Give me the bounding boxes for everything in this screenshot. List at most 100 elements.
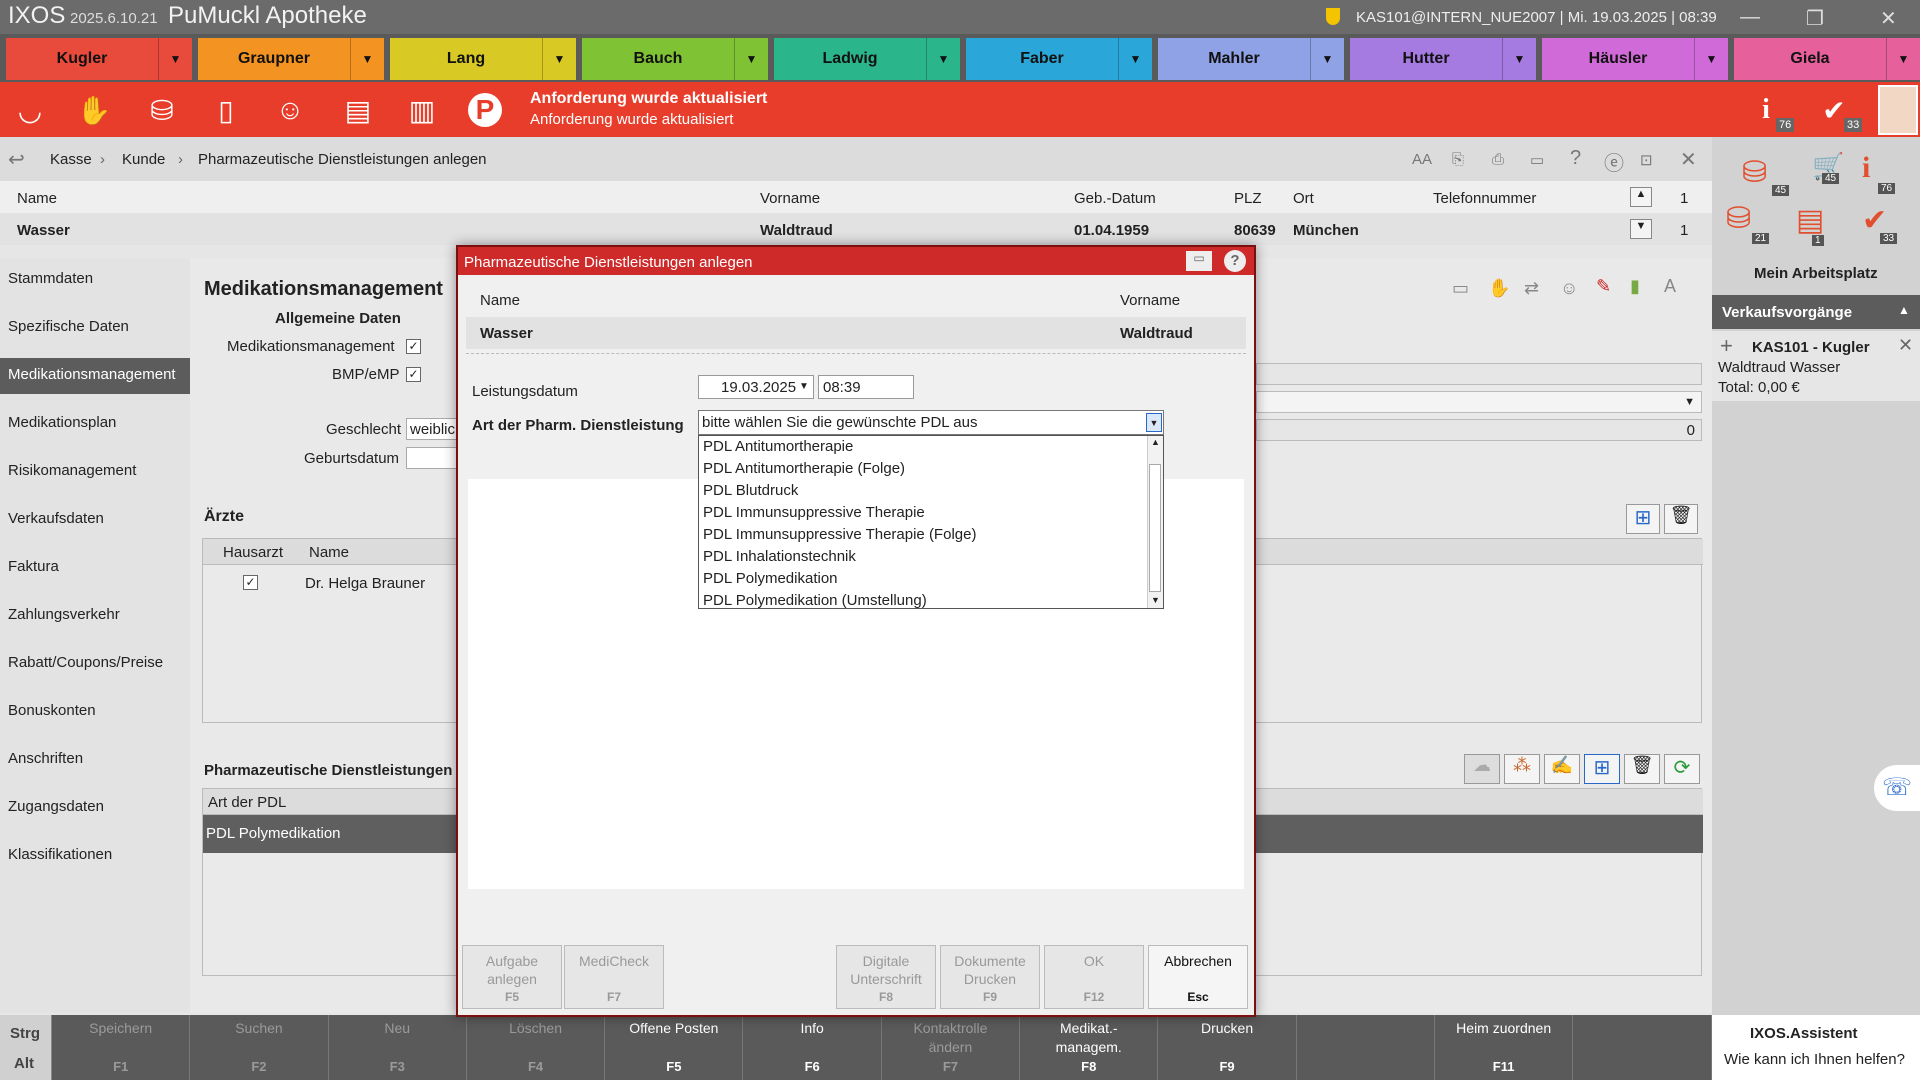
basket-icon[interactable]: ⛁ [142, 90, 182, 130]
pdl-delete-button[interactable]: 🗑 [1624, 754, 1660, 784]
select-dropdown-icon[interactable]: ▼ [1146, 413, 1162, 432]
pdl-option[interactable]: PDL Immunsuppressive Therapie [703, 504, 925, 521]
scroll-up-button[interactable]: ▲ [1630, 187, 1652, 207]
sales-header[interactable]: Verkaufsvorgänge ▲ [1712, 295, 1920, 329]
pdl-add-button[interactable]: ⊞ [1584, 754, 1620, 784]
add-doctor-button[interactable]: ⊞ [1626, 504, 1660, 534]
function-key[interactable]: Offene Posten F5 [605, 1015, 744, 1080]
assistant-chat-icon[interactable]: ☏ [1874, 765, 1920, 811]
pdl-share-button[interactable]: ⁂ [1504, 754, 1540, 784]
tab-dropdown-icon[interactable]: ▼ [926, 38, 960, 80]
sidebar-item[interactable]: Risikomanagement [8, 462, 136, 479]
pdl-options-list[interactable]: ▲ ▼ PDL Antitumortherapie PDL Antitumorth… [698, 435, 1164, 609]
sidebar-item[interactable]: Medikationsplan [8, 414, 116, 431]
pdl-option[interactable]: PDL Blutdruck [703, 482, 798, 499]
book-icon[interactable]: ▮ [1630, 276, 1640, 297]
back-arrow-icon[interactable]: ↩ [8, 147, 25, 172]
medmgmt-checkbox[interactable]: ✓ [406, 339, 421, 354]
delete-doctor-button[interactable]: 🗑 [1664, 504, 1698, 534]
medicine-bottle-icon[interactable]: ▯ [206, 90, 246, 130]
breadcrumb-item[interactable]: Kasse [50, 151, 92, 168]
list-scrollbar[interactable]: ▲ ▼ [1147, 436, 1163, 608]
tab-dropdown-icon[interactable]: ▼ [350, 38, 384, 80]
function-key[interactable]: Suchen F2 [190, 1015, 329, 1080]
hausarzt-checkbox[interactable]: ✓ [243, 575, 258, 590]
tab-dropdown-icon[interactable]: ▼ [542, 38, 576, 80]
scroll-down-button[interactable]: ▼ [1630, 219, 1652, 239]
date-picker[interactable]: 19.03.2025 ▼ [698, 375, 814, 399]
handshake-icon[interactable]: ✋ [1488, 278, 1510, 299]
close-page-icon[interactable]: ✕ [1680, 147, 1697, 172]
sidebar-item[interactable]: Anschriften [8, 750, 83, 767]
value-field[interactable]: 0 [1256, 419, 1702, 441]
tab-dropdown-icon[interactable]: ▼ [1886, 38, 1920, 80]
help-icon[interactable]: ? [1570, 147, 1581, 170]
text-style-icon[interactable]: A [1664, 276, 1676, 297]
function-key[interactable]: Drucken F9 [1158, 1015, 1297, 1080]
customer-row[interactable]: Wasser Waldtraud 01.04.1959 80639 Münche… [0, 213, 1712, 245]
user-tab[interactable]: Lang ▼ [390, 38, 576, 80]
user-tab[interactable]: Graupner ▼ [198, 38, 384, 80]
scroll-thumb[interactable] [1149, 464, 1161, 592]
dialog-button[interactable]: MediCheck F7 [564, 945, 664, 1009]
dialog-help-icon[interactable]: ? [1224, 250, 1246, 272]
user-tab[interactable]: Bauch ▼ [582, 38, 768, 80]
pdl-option[interactable]: PDL Antitumortherapie (Folge) [703, 460, 905, 477]
dialog-button[interactable]: Abbrechen Esc [1148, 945, 1248, 1009]
collapse-icon[interactable]: ▲ [1898, 303, 1910, 317]
transfer-icon[interactable]: ⇄ [1524, 278, 1539, 299]
sidebar-item[interactable]: Medikationsmanagement [0, 358, 190, 394]
user-tab[interactable]: Mahler ▼ [1158, 38, 1344, 80]
dialog-button[interactable]: Digitale Unterschrift F8 [836, 945, 936, 1009]
customers-icon[interactable]: ☺ [270, 90, 310, 130]
bmp-checkbox[interactable]: ✓ [406, 367, 421, 382]
pin-icon[interactable]: ✎ [1596, 276, 1611, 297]
function-key[interactable]: Medikat.-managem. F8 [1020, 1015, 1159, 1080]
user-avatar[interactable] [1878, 85, 1918, 135]
select-field[interactable]: ▼ [1256, 391, 1702, 413]
dialog-button[interactable]: OK F12 [1044, 945, 1144, 1009]
tab-dropdown-icon[interactable]: ▼ [734, 38, 768, 80]
pharmacy-p-icon[interactable]: P [468, 93, 502, 127]
monitor-icon[interactable]: ▭ [1530, 151, 1544, 169]
workspace-label[interactable]: Mein Arbeitsplatz [1754, 265, 1878, 282]
function-key[interactable]: Kontaktrolle ändern F7 [882, 1015, 1021, 1080]
dialog-button[interactable]: Aufgabe anlegen F5 [462, 945, 562, 1009]
scroll-up-icon[interactable]: ▲ [1151, 437, 1160, 447]
pdl-cloud-button[interactable]: ☁ [1464, 754, 1500, 784]
function-key[interactable]: Speichern F1 [52, 1015, 191, 1080]
geschlecht-select[interactable]: weiblic [406, 418, 458, 440]
time-input[interactable]: 08:39 [818, 375, 914, 399]
pdl-option[interactable]: PDL Polymedikation [703, 570, 838, 587]
sidebar-item[interactable]: Zugangsdaten [8, 798, 104, 815]
persons-icon[interactable]: ☺ [1560, 278, 1578, 299]
pdl-option[interactable]: PDL Polymedikation (Umstellung) [703, 592, 927, 609]
copy-icon[interactable]: ⎘ [1452, 151, 1464, 168]
user-tab[interactable]: Faber ▼ [966, 38, 1152, 80]
user-tab[interactable]: Giela ▼ [1734, 38, 1920, 80]
sidebar-item[interactable]: Klassifikationen [8, 846, 112, 863]
tab-dropdown-icon[interactable]: ▼ [1118, 38, 1152, 80]
print-icon[interactable]: ⎙ [1492, 151, 1504, 168]
note-icon[interactable]: ▭ [1186, 251, 1212, 271]
pdl-type-select[interactable]: bitte wählen Sie die gewünschte PDL aus … [698, 410, 1164, 435]
close-window-icon[interactable]: ✕ [1880, 6, 1897, 31]
pdl-refresh-button[interactable]: ⟳ [1664, 754, 1700, 784]
tab-dropdown-icon[interactable]: ▼ [1310, 38, 1344, 80]
close-sale-icon[interactable]: ✕ [1898, 335, 1913, 356]
sidebar-item[interactable]: Rabatt/Coupons/Preise [8, 654, 163, 671]
sidebar-item[interactable]: Bonuskonten [8, 702, 96, 719]
sidebar-item[interactable]: Verkaufsdaten [8, 510, 104, 527]
package-icon[interactable]: ▤ [1796, 203, 1824, 238]
field-background[interactable] [1256, 363, 1702, 385]
tab-dropdown-icon[interactable]: ▼ [158, 38, 192, 80]
pdl-option[interactable]: PDL Immunsuppressive Therapie (Folge) [703, 526, 976, 543]
function-key[interactable]: Löschen F4 [467, 1015, 606, 1080]
mortar-icon[interactable]: ◡ [10, 90, 50, 130]
geburtsdatum-input[interactable] [406, 447, 458, 469]
screenshot-icon[interactable]: ⊡ [1640, 151, 1653, 169]
date-dropdown-icon[interactable]: ▼ [799, 381, 809, 392]
function-key[interactable]: Info F6 [744, 1015, 882, 1080]
card-icon[interactable]: ▭ [1452, 278, 1469, 299]
function-key[interactable]: Heim zuordnen F11 [1435, 1015, 1574, 1080]
